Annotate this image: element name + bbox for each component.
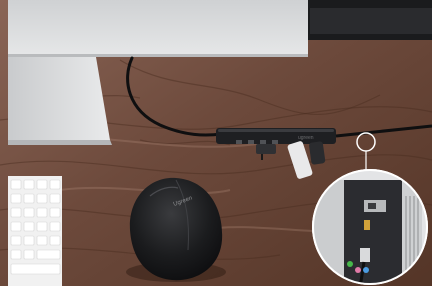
hub-port-2 [248, 140, 254, 144]
pc-tower-back-panel [344, 180, 402, 284]
monitor-stand [8, 57, 110, 140]
hub-port-1 [236, 140, 242, 144]
hub-port-4 [272, 140, 278, 144]
hub-port-3 [260, 140, 266, 144]
desk-scene-photo: ugreen Ugreen [0, 0, 432, 286]
hub-brand-label: ugreen [298, 135, 314, 141]
audio-port-green [347, 261, 353, 267]
second-monitor-screen [310, 8, 432, 34]
audio-port-pink [355, 267, 361, 273]
keyboard [8, 176, 62, 286]
usb-hub: ugreen [216, 128, 336, 144]
monitor-stand-shadow [8, 140, 112, 145]
usb-port-yellow [364, 220, 370, 230]
usb-adapter [256, 144, 276, 154]
plugged-usb [360, 248, 370, 262]
monitor-edge [8, 54, 308, 57]
audio-port-blue [363, 267, 369, 273]
monitor-bottom-bezel [8, 0, 308, 56]
